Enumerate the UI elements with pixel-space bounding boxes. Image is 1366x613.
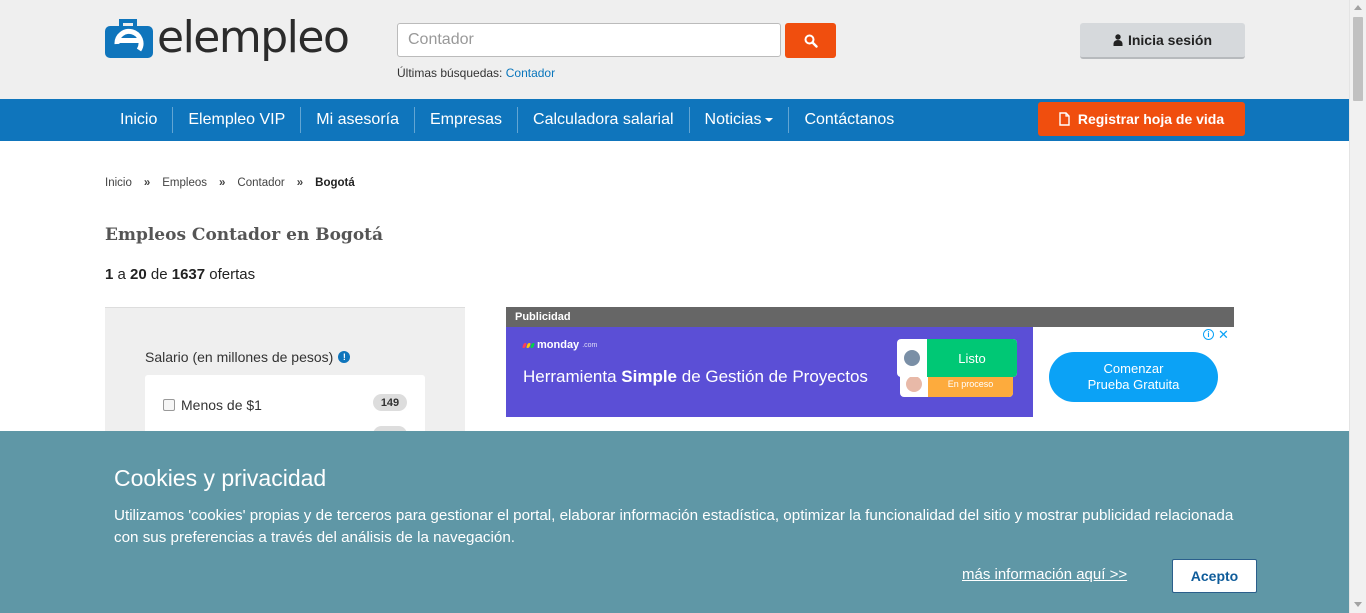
login-label: Inicia sesión (1127, 32, 1213, 48)
breadcrumb-item-contador[interactable]: Contador (237, 177, 284, 189)
main-nav: Inicio Elempleo VIP Mi asesoría Empresas… (0, 99, 1349, 141)
salary-filter-title: Salario (en millones de pesos) ! (145, 349, 351, 365)
results-de: de (150, 266, 168, 283)
ad-creative[interactable]: monday .com Herramienta Simple de Gestión… (506, 327, 1033, 417)
user-icon (1113, 34, 1123, 46)
ad-cta-button[interactable]: Comenzar Prueba Gratuita (1049, 352, 1218, 402)
ad-status-card-done: Listo (897, 339, 1017, 377)
search-button[interactable] (785, 23, 836, 58)
register-cv-label: Registrar hoja de vida (1077, 111, 1225, 127)
elempleo-logo[interactable]: elempleo (105, 12, 350, 63)
nav-item-mi-asesoria[interactable]: Mi asesoría (300, 107, 414, 133)
cookie-banner: Cookies y privacidad Utilizamos 'cookies… (0, 431, 1349, 613)
page-title: Empleos Contador en Bogotá (105, 225, 384, 245)
ad-headline-pre: Herramienta (523, 367, 622, 386)
nav-item-calculadora[interactable]: Calculadora salarial (517, 107, 689, 133)
search-icon (804, 34, 818, 48)
recent-search-link[interactable]: Contador (506, 66, 555, 80)
ad-info-icon[interactable]: i (1203, 329, 1214, 340)
cookie-title: Cookies y privacidad (114, 465, 327, 491)
ad-headline-bold: Simple (621, 367, 678, 386)
page-scrollbar[interactable] (1349, 0, 1366, 613)
nav-item-empresas[interactable]: Empresas (414, 107, 517, 133)
ad-headline-post: de Gestión de Proyectos (677, 367, 868, 386)
salary-option-label: Menos de $1 (181, 397, 262, 413)
results-total: 1637 (171, 266, 206, 283)
ad-cta-line1: Comenzar (1103, 361, 1164, 376)
ad-brand-name: monday (537, 339, 580, 351)
nav-item-inicio[interactable]: Inicio (105, 107, 172, 133)
accept-cookies-button[interactable]: Acepto (1172, 559, 1257, 593)
breadcrumb-item-empleos[interactable]: Empleos (162, 177, 207, 189)
results-from: 1 (105, 266, 114, 283)
ad-brand: monday .com (522, 339, 598, 351)
nav-item-contactanos[interactable]: Contáctanos (788, 107, 909, 133)
cookie-more-info-link[interactable]: más información aquí >> (962, 566, 1127, 583)
login-button[interactable]: Inicia sesión (1080, 23, 1245, 59)
breadcrumb: Inicio » Empleos » Contador » Bogotá (105, 177, 355, 189)
ad-banner[interactable]: monday .com Herramienta Simple de Gestión… (506, 327, 1234, 417)
scroll-up-arrow-icon[interactable] (1354, 5, 1362, 10)
recent-searches-label: Últimas búsquedas: (397, 66, 503, 80)
document-icon (1059, 112, 1070, 126)
salary-filter-label: Salario (en millones de pesos) (145, 349, 334, 365)
recent-searches: Últimas búsquedas: Contador (397, 66, 555, 80)
breadcrumb-item-current: Bogotá (315, 177, 355, 189)
ad-choices[interactable]: i ✕ (1203, 328, 1229, 341)
breadcrumb-item-inicio[interactable]: Inicio (105, 177, 132, 189)
close-icon[interactable]: ✕ (1218, 328, 1229, 341)
ad-brand-suffix: .com (582, 341, 598, 349)
logo-text: elempleo (157, 12, 350, 63)
monday-logo-icon (522, 342, 535, 348)
nav-noticias-label: Noticias (704, 111, 762, 128)
salary-option[interactable]: Menos de $1 (163, 397, 262, 413)
ad-header: Publicidad (506, 307, 1234, 327)
search-input[interactable] (397, 23, 781, 57)
site-header: elempleo Últimas búsquedas: Contador Ini… (0, 0, 1349, 99)
register-cv-button[interactable]: Registrar hoja de vida (1038, 102, 1245, 136)
nav-item-elempleo-vip[interactable]: Elempleo VIP (172, 107, 300, 133)
chevron-down-icon (765, 117, 774, 122)
breadcrumb-separator: » (296, 177, 304, 189)
nav-item-noticias[interactable]: Noticias (688, 107, 789, 133)
logo-icon (105, 16, 153, 60)
breadcrumb-separator: » (219, 177, 226, 189)
cookie-text: Utilizamos 'cookies' propias y de tercer… (114, 507, 1234, 546)
salary-option-checkbox[interactable] (163, 399, 175, 411)
results-to: 20 (130, 266, 147, 283)
ad-headline: Herramienta Simple de Gestión de Proyect… (523, 367, 868, 387)
avatar (904, 350, 920, 366)
results-suffix: ofertas (209, 266, 256, 283)
results-a: a (117, 266, 126, 283)
scroll-down-arrow-icon[interactable] (1354, 602, 1362, 607)
ad-status-done: Listo (927, 339, 1017, 377)
info-icon[interactable]: ! (338, 351, 351, 363)
ad-cta-line2: Prueba Gratuita (1087, 377, 1180, 392)
scroll-thumb[interactable] (1353, 17, 1363, 101)
avatar (906, 376, 922, 392)
breadcrumb-separator: » (143, 177, 151, 189)
salary-option-count: 149 (373, 394, 407, 411)
results-count: 1 a 20 de 1637 ofertas (105, 266, 255, 283)
